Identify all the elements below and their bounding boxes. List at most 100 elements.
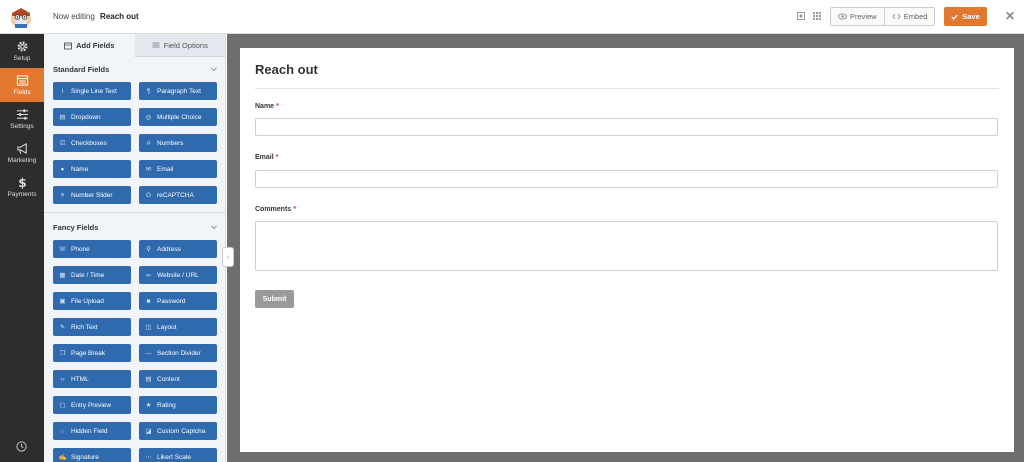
field-button-label: Address xyxy=(157,245,181,253)
field-button-html[interactable]: ‹› HTML xyxy=(53,370,131,388)
standard-fields-heading[interactable]: Standard Fields xyxy=(53,65,109,74)
field-button-dropdown[interactable]: ▤ Dropdown xyxy=(53,108,131,126)
field-button-phone[interactable]: ☏ Phone xyxy=(53,240,131,258)
panel-tabs: Add Fields Field Options xyxy=(44,34,225,57)
field-button-page-break[interactable]: ❐ Page Break xyxy=(53,344,131,362)
likert-icon: ⋯ xyxy=(145,454,152,461)
radio-icon: ◎ xyxy=(145,114,152,121)
embed-button[interactable]: Embed xyxy=(883,8,935,25)
add-fields-icon xyxy=(64,42,73,49)
fields-panel: Add Fields Field Options Standard Fields… xyxy=(44,34,226,462)
comments-field[interactable] xyxy=(255,221,998,271)
name-field-label[interactable]: Name * xyxy=(255,103,279,110)
wpforms-logo-icon xyxy=(11,8,31,28)
field-button-entry-preview[interactable]: ▢ Entry Preview xyxy=(53,396,131,414)
field-button-email[interactable]: ✉ Email xyxy=(139,160,217,178)
field-button-label: File Upload xyxy=(71,297,104,305)
field-button-content[interactable]: ▤ Content xyxy=(139,370,217,388)
field-button-label: reCAPTCHA xyxy=(157,191,194,199)
preview-icon: ▢ xyxy=(59,402,66,409)
field-button-number-slider[interactable]: ≡ Number Slider xyxy=(53,186,131,204)
nav-item-settings[interactable]: Settings xyxy=(0,102,44,136)
required-mark: * xyxy=(293,206,296,213)
field-button-single-line-text[interactable]: Ι Single Line Text xyxy=(53,82,131,100)
columns-icon: ◫ xyxy=(145,324,152,331)
envelope-icon: ✉ xyxy=(145,166,152,173)
field-button-rating[interactable]: ★ Rating xyxy=(139,396,217,414)
google-icon: G xyxy=(145,191,152,199)
field-button-label: Entry Preview xyxy=(71,401,112,409)
nav-item-setup[interactable]: Setup xyxy=(0,34,44,68)
field-button-label: Signature xyxy=(71,453,99,461)
email-field[interactable] xyxy=(255,170,998,188)
field-button-password[interactable]: ■ Password xyxy=(139,292,217,310)
code-icon xyxy=(892,13,901,20)
name-field[interactable] xyxy=(255,118,998,136)
close-icon[interactable]: ✕ xyxy=(1005,10,1015,22)
chevron-down-icon[interactable] xyxy=(210,65,218,73)
field-button-label: Paragraph Text xyxy=(157,87,201,95)
field-button-label: Name xyxy=(71,165,89,173)
tab-add-fields[interactable]: Add Fields xyxy=(44,34,135,57)
eye-icon xyxy=(838,13,847,20)
edit-icon: ✎ xyxy=(59,324,66,331)
form-title[interactable]: Reach out xyxy=(255,62,318,77)
email-field-label[interactable]: Email * xyxy=(255,154,278,161)
preview-button[interactable]: Preview xyxy=(831,8,884,25)
field-button-hidden-field[interactable]: ◌ Hidden Field xyxy=(53,422,131,440)
field-button-file-upload[interactable]: ▣ File Upload xyxy=(53,292,131,310)
tab-field-options-label: Field Options xyxy=(163,40,208,50)
comments-field-label[interactable]: Comments * xyxy=(255,206,296,213)
field-button-signature[interactable]: ✍ Signature xyxy=(53,448,131,462)
save-button[interactable]: Save xyxy=(944,7,987,26)
now-editing-label: Now editing xyxy=(53,12,95,21)
field-button-address[interactable]: ⚲ Address xyxy=(139,240,217,258)
field-button-layout[interactable]: ◫ Layout xyxy=(139,318,217,336)
field-button-label: Hidden Field xyxy=(71,427,108,435)
field-button-label: Date / Time xyxy=(71,271,105,279)
eye-slash-icon: ◌ xyxy=(60,427,65,435)
collapse-panel-handle[interactable]: ‹ xyxy=(222,247,234,267)
field-button-label: Multiple Choice xyxy=(157,113,202,121)
tab-field-options[interactable]: Field Options xyxy=(134,34,225,57)
nav-item-marketing[interactable]: Marketing xyxy=(0,136,44,170)
field-button-checkboxes[interactable]: ☑ Checkboxes xyxy=(53,134,131,152)
field-button-rich-text[interactable]: ✎ Rich Text xyxy=(53,318,131,336)
submit-button[interactable]: Submit xyxy=(255,290,294,308)
field-button-label: HTML xyxy=(71,375,89,383)
lock-icon: ■ xyxy=(146,297,151,305)
history-icon[interactable] xyxy=(15,440,28,453)
grid-icon[interactable] xyxy=(812,11,822,21)
nav-item-fields[interactable]: Fields xyxy=(0,68,44,102)
field-button-label: Password xyxy=(157,297,186,305)
field-button-label: Phone xyxy=(71,245,90,253)
field-button-section-divider[interactable]: — Section Divider xyxy=(139,344,217,362)
field-button-label: Single Line Text xyxy=(71,87,117,95)
preview-embed-group: Preview Embed xyxy=(830,7,936,26)
help-icon[interactable] xyxy=(796,11,806,21)
field-button-website-url[interactable]: ∞ Website / URL xyxy=(139,266,217,284)
megaphone-icon xyxy=(16,142,27,155)
slider-icon: ≡ xyxy=(60,191,65,199)
field-button-label: Website / URL xyxy=(157,271,199,279)
top-bar: Now editing Reach out Preview Embed Save… xyxy=(0,0,1024,34)
field-button-label: Rich Text xyxy=(71,323,98,331)
field-button-recaptcha[interactable]: GreCAPTCHA xyxy=(139,186,217,204)
calendar-icon: ▦ xyxy=(59,272,66,279)
field-button-date-time[interactable]: ▦ Date / Time xyxy=(53,266,131,284)
code-icon: ‹› xyxy=(60,375,65,383)
field-button-multiple-choice[interactable]: ◎ Multiple Choice xyxy=(139,108,217,126)
nav-item-payments[interactable]: $ Payments xyxy=(0,170,44,204)
fancy-fields-heading[interactable]: Fancy Fields xyxy=(53,223,98,232)
field-button-name[interactable]: ● Name xyxy=(53,160,131,178)
save-label: Save xyxy=(962,12,980,21)
star-icon: ★ xyxy=(145,402,152,409)
form-title-divider xyxy=(255,88,999,89)
field-button-label: Content xyxy=(157,375,180,383)
chevron-down-icon[interactable] xyxy=(210,223,218,231)
field-button-custom-captcha[interactable]: ◪ Custom Captcha xyxy=(139,422,217,440)
field-button-paragraph-text[interactable]: ¶ Paragraph Text xyxy=(139,82,217,100)
field-button-likert-scale[interactable]: ⋯ Likert Scale xyxy=(139,448,217,462)
nav-label-setup: Setup xyxy=(13,55,31,62)
field-button-numbers[interactable]: # Numbers xyxy=(139,134,217,152)
